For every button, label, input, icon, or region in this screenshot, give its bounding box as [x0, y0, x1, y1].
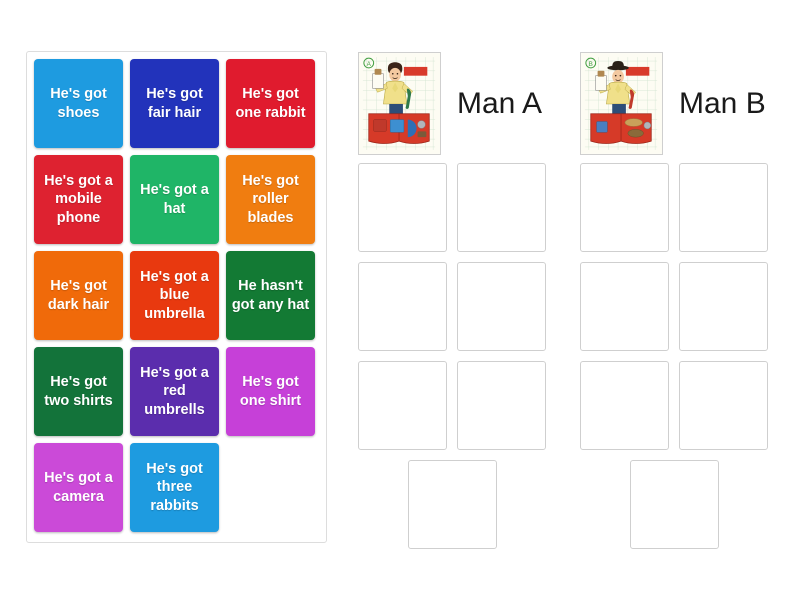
dropzone[interactable] [580, 262, 669, 351]
dropzone[interactable] [630, 460, 719, 549]
dropzone[interactable] [580, 361, 669, 450]
word-tile[interactable]: He's got a camera [34, 443, 123, 532]
column-man-b: B Man B [580, 51, 778, 559]
man-b-picture-icon: B [580, 52, 663, 155]
word-tile-label: He's got a mobile phone [44, 173, 113, 226]
word-tile-label: He's got two shirts [44, 374, 113, 409]
word-tile-label: He's got three rabbits [146, 461, 203, 514]
word-tile-label: He's got one rabbit [235, 86, 306, 121]
dropzone[interactable] [679, 361, 768, 450]
word-tile-label: He's got dark hair [47, 278, 110, 313]
word-tile[interactable]: He's got shoes [34, 59, 123, 148]
tile-panel: He's got shoes He's got fair hair He's got… [26, 51, 327, 543]
dropzone[interactable] [358, 262, 447, 351]
word-tile[interactable]: He hasn't got any hat [226, 251, 315, 340]
word-tile-label: He's got roller blades [242, 173, 299, 226]
dropzone[interactable] [679, 262, 768, 351]
word-tile-label: He's got a blue umbrella [140, 269, 209, 322]
dropzone[interactable] [358, 163, 447, 252]
column-title-man-b: Man B [679, 86, 766, 120]
column-title-man-a: Man A [457, 86, 543, 120]
svg-text:B: B [589, 61, 593, 68]
word-tile-label: He's got a red umbrells [140, 365, 209, 418]
word-tile[interactable]: He's got one shirt [226, 347, 315, 436]
word-tile[interactable]: He's got two shirts [34, 347, 123, 436]
word-tile[interactable]: He's got fair hair [130, 59, 219, 148]
word-tile-label: He's got a hat [140, 182, 209, 217]
tile-grid: He's got shoes He's got fair hair He's got… [34, 59, 326, 539]
word-tile-label: He's got fair hair [146, 86, 203, 121]
word-tile[interactable]: He's got a mobile phone [34, 155, 123, 244]
man-a-picture-icon: A [358, 52, 441, 155]
word-tile-label: He hasn't got any hat [231, 278, 310, 313]
dropzone[interactable] [457, 361, 546, 450]
dropzone-grid-man-a [358, 163, 556, 559]
word-tile[interactable]: He's got three rabbits [130, 443, 219, 532]
column-header-man-b: B Man B [580, 51, 778, 156]
word-tile-label: He's got a camera [44, 470, 113, 505]
dropzone[interactable] [679, 163, 768, 252]
word-tile[interactable]: He's got one rabbit [226, 59, 315, 148]
column-header-man-a: A Man A [358, 51, 556, 156]
word-tile-label: He's got one shirt [239, 374, 302, 409]
dropzone[interactable] [457, 163, 546, 252]
dropzone[interactable] [580, 163, 669, 252]
column-man-a: A Man A [358, 51, 556, 559]
word-tile[interactable]: He's got a blue umbrella [130, 251, 219, 340]
dropzone[interactable] [358, 361, 447, 450]
dropzone[interactable] [457, 262, 546, 351]
word-tile[interactable]: He's got a red umbrells [130, 347, 219, 436]
dropzone[interactable] [408, 460, 497, 549]
word-tile[interactable]: He's got a hat [130, 155, 219, 244]
word-tile-label: He's got shoes [50, 86, 107, 121]
word-tile[interactable]: He's got dark hair [34, 251, 123, 340]
word-tile[interactable]: He's got roller blades [226, 155, 315, 244]
dropzone-grid-man-b [580, 163, 778, 559]
